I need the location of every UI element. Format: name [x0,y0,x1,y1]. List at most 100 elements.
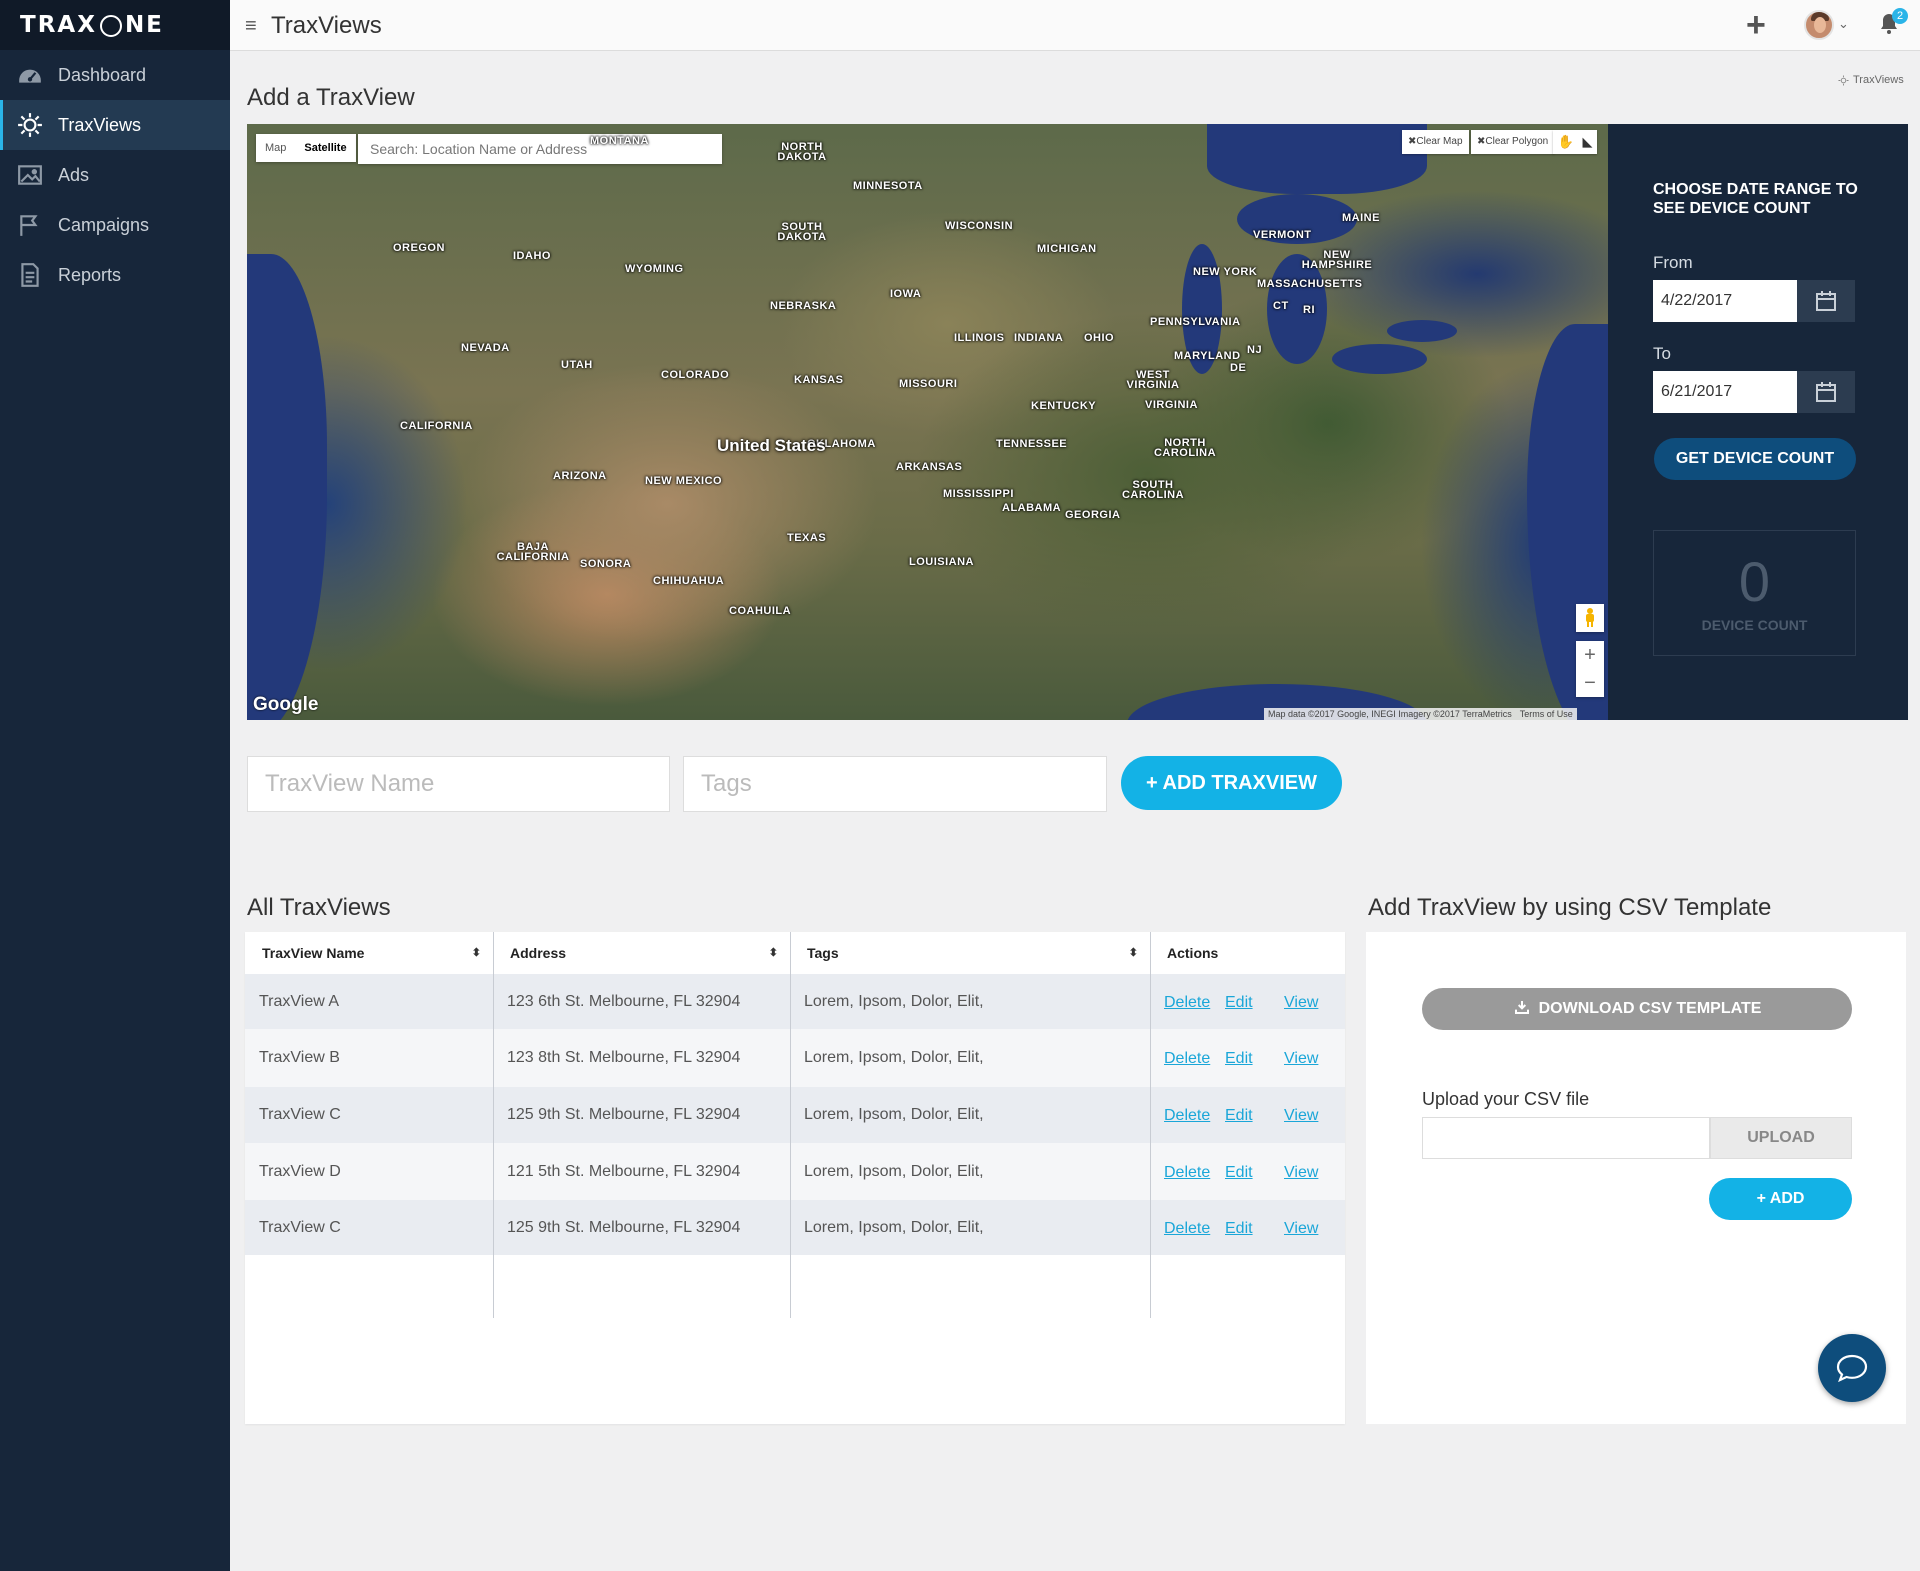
csv-file-input[interactable] [1422,1117,1710,1159]
cell-tags: Lorem, Ipsom, Dolor, Elit, [804,1163,984,1180]
map-state-label: NEVADA [461,342,510,354]
map-state-label: WISCONSIN [945,220,1014,232]
map-type-toggle: Map Satellite [256,134,356,162]
clear-map-button[interactable]: ✖Clear Map [1402,130,1469,154]
zoom-out-button[interactable]: − [1576,669,1604,697]
column-divider [1150,932,1151,1318]
to-date-input[interactable]: 6/21/2017 [1653,371,1797,413]
sort-icon[interactable]: ⬍ [472,932,481,974]
map-state-label: MISSISSIPPI [943,488,1014,500]
map-state-label: MICHIGAN [1037,243,1097,255]
map-state-label: IOWA [890,288,922,300]
satellite-map[interactable]: Map Satellite Search: Location Name or A… [247,124,1608,720]
edit-link[interactable]: Edit [1225,1200,1253,1270]
add-traxview-button[interactable]: + ADD TRAXVIEW [1121,756,1342,810]
map-state-label: SOUTH DAKOTA [777,221,827,243]
polygon-draw-icon[interactable]: ◣ [1583,134,1593,150]
map-type-map[interactable]: Map [256,134,295,162]
chevron-down-icon[interactable]: ⌄ [1838,16,1849,32]
map-state-label: COLORADO [661,369,730,381]
map-state-label: BAJA CALIFORNIA [496,541,570,563]
traxview-name-input[interactable]: TraxView Name [247,756,670,812]
map-state-label: DE [1230,362,1247,374]
map-attribution-text: Map data ©2017 Google, INEGI Imagery ©20… [1268,709,1512,719]
map-state-label: ARIZONA [553,470,607,482]
map-state-label: MASSACHUSETTS [1257,278,1363,290]
column-divider [493,932,494,1318]
download-icon [1514,1001,1529,1014]
csv-heading: Add TraxView by using CSV Template [1368,894,1772,921]
traxview-sun-icon [1838,74,1849,86]
cell-address: 123 8th St. Melbourne, FL 32904 [507,1049,741,1066]
upload-button[interactable]: UPLOAD [1710,1117,1852,1159]
tags-input[interactable]: Tags [683,756,1107,812]
map-state-label: MAINE [1342,212,1380,224]
map-tool-group: ✋ ◣ [1553,130,1597,154]
to-label: To [1653,344,1671,363]
cell-address: 125 9th St. Melbourne, FL 32904 [507,1106,741,1123]
map-state-label: NEW YORK [1193,266,1258,278]
sidebar-item-reports[interactable]: Reports [0,250,230,300]
map-state-label: NEBRASKA [770,300,837,312]
column-header-address[interactable]: Address ⬍ [493,932,790,974]
image-icon [16,163,44,187]
zoom-in-button[interactable]: + [1576,641,1604,669]
map-state-label: SOUTH CAROLINA [1121,479,1185,501]
lake-ontario-shape [1387,320,1457,342]
map-state-label: KANSAS [794,374,844,386]
delete-link[interactable]: Delete [1164,1200,1210,1270]
column-header-label: Address [510,945,567,961]
terms-of-use-link[interactable]: Terms of Use [1520,709,1573,719]
logo-text-right: NE [124,12,164,38]
add-plus-icon[interactable]: + [1746,8,1766,42]
sort-icon[interactable]: ⬍ [1129,932,1138,974]
from-label: From [1653,253,1693,272]
cell-name: TraxView C [259,1219,341,1236]
sidebar-item-dashboard[interactable]: Dashboard [0,50,230,100]
traxone-logo[interactable]: TRAX NE [0,0,230,50]
table-row: TraxView C 125 9th St. Melbourne, FL 3290… [245,1087,1345,1143]
cell-name: TraxView D [259,1163,341,1180]
canada-water-shape [1207,124,1427,194]
date-range-panel: CHOOSE DATE RANGE TO SEE DEVICE COUNT Fr… [1608,124,1908,720]
hamburger-menu-icon[interactable]: ≡ [245,15,257,38]
breadcrumb: TraxViews [1838,74,1904,86]
table-row: TraxView A 123 6th St. Melbourne, FL 3290… [245,974,1345,1029]
map-state-label: CHIHUAHUA [653,575,725,587]
calendar-icon[interactable] [1797,371,1855,413]
chat-button[interactable] [1818,1334,1886,1402]
map-state-label: MISSOURI [899,378,958,390]
sidebar-item-campaigns[interactable]: Campaigns [0,200,230,250]
map-search-input[interactable]: Search: Location Name or Address [358,134,722,164]
map-type-satellite[interactable]: Satellite [295,134,355,162]
notification-badge: 2 [1892,8,1908,24]
calendar-icon[interactable] [1797,280,1855,322]
column-header-label: TraxView Name [262,945,365,961]
avatar[interactable] [1804,10,1834,40]
map-state-label: MINNESOTA [853,180,923,192]
column-header-tags[interactable]: Tags ⬍ [790,932,1150,974]
map-state-label: VERMONT [1253,229,1312,241]
column-header-name[interactable]: TraxView Name ⬍ [245,932,493,974]
download-csv-label: DOWNLOAD CSV TEMPLATE [1538,1000,1762,1017]
map-state-label: CALIFORNIA [400,420,473,432]
sidebar-item-traxviews[interactable]: TraxViews [0,100,230,150]
from-date-input[interactable]: 4/22/2017 [1653,280,1797,322]
date-range-title: CHOOSE DATE RANGE TO SEE DEVICE COUNT [1653,181,1858,217]
download-csv-template-button[interactable]: DOWNLOAD CSV TEMPLATE [1422,988,1852,1030]
sort-icon[interactable]: ⬍ [769,932,778,974]
hand-pan-icon[interactable]: ✋ [1557,134,1573,150]
traxviews-table: TraxView Name ⬍ Address ⬍ Tags ⬍ Actions… [245,932,1345,1424]
column-header-actions: Actions [1150,932,1345,974]
map-state-label: LOUISIANA [909,556,974,568]
chat-bubble-icon [1836,1354,1868,1383]
map-state-label: WEST VIRGINIA [1126,369,1180,391]
map-state-label: ALABAMA [1002,502,1062,514]
sidebar-item-label: Reports [58,264,122,285]
get-device-count-button[interactable]: GET DEVICE COUNT [1654,438,1856,480]
clear-polygon-button[interactable]: ✖Clear Polygon [1471,130,1555,154]
sidebar-item-ads[interactable]: Ads [0,150,230,200]
view-link[interactable]: View [1284,1200,1318,1270]
csv-add-button[interactable]: + ADD [1709,1178,1852,1220]
street-view-pegman-icon[interactable] [1576,604,1604,632]
